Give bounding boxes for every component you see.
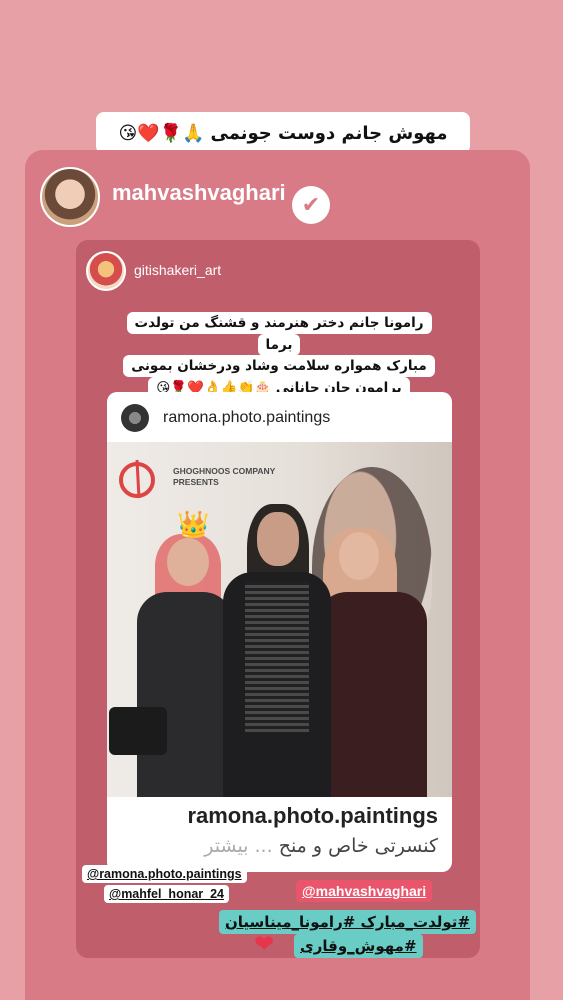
shared-post-username[interactable]: gitishakeri_art	[134, 262, 221, 278]
post-description-text: کنسرتی خاص و منح	[278, 835, 438, 857]
post-description: کنسرتی خاص و منح ... بیشتر	[204, 835, 438, 857]
mention-mahvash[interactable]: @mahvashvaghari	[296, 880, 433, 902]
story-caption-text: مهوش جانم دوست جونمی	[210, 122, 448, 144]
person-center-jacket	[245, 582, 309, 732]
handbag	[109, 707, 167, 755]
caption-emojis: 🙏🌹❤️😘	[118, 122, 205, 144]
person-left-head	[167, 538, 209, 586]
company-logo-icon	[119, 459, 155, 499]
avatar[interactable]	[40, 167, 100, 227]
post-footer-username[interactable]: ramona.photo.paintings	[187, 803, 438, 829]
shared-post-avatar[interactable]	[86, 251, 126, 291]
verified-badge-icon: ✔	[292, 186, 330, 224]
hashtag-line-2-text: #مهوش_وقاری	[300, 937, 417, 955]
caption-line-2: مبارک همواره سلامت وشاد ودرخشان بمونی	[123, 355, 435, 377]
person-right	[317, 592, 427, 797]
mention-ramona[interactable]: @ramona.photo.paintings	[82, 865, 247, 883]
company-name: GHOGHNOOS COMPANY	[173, 466, 276, 476]
mention-ramona-text: @ramona.photo.paintings	[87, 867, 242, 881]
mention-mahvash-text: @mahvashvaghari	[302, 883, 427, 899]
caption-line-1: رامونا جانم دختر هنرمند و قشنگ من تولدت …	[126, 312, 432, 356]
story-caption: مهوش جانم دوست جونمی 🙏🌹❤️😘	[96, 112, 470, 154]
person-center-head	[257, 512, 299, 566]
mention-mahfel-text: @mahfel_honar_24	[109, 887, 225, 901]
post-avatar[interactable]	[121, 404, 149, 432]
more-link[interactable]: ... بیشتر	[204, 835, 272, 857]
mention-mahfel[interactable]: @mahfel_honar_24	[104, 885, 230, 903]
post-header: ramona.photo.paintings	[107, 392, 452, 442]
person-right-head	[339, 532, 379, 580]
hashtag-line-1-text: #تولدت_مبارک #رامونا_میناسیان	[225, 913, 471, 931]
company-presents: PRESENTS	[173, 477, 219, 487]
crown-sticker-icon: 👑	[177, 510, 210, 540]
embedded-post[interactable]: ramona.photo.paintings GHOGHNOOS COMPANY…	[107, 392, 452, 872]
main-username[interactable]: mahvashvaghari	[112, 180, 286, 206]
shared-post-caption: رامونا جانم دختر هنرمند و قشنگ من تولدت …	[118, 312, 440, 399]
post-footer: ramona.photo.paintings کنسرتی خاص و منح …	[107, 797, 452, 872]
post-username[interactable]: ramona.photo.paintings	[163, 409, 330, 427]
hashtag-line-2[interactable]: #مهوش_وقاری	[294, 934, 423, 958]
post-photo[interactable]: GHOGHNOOS COMPANY PRESENTS 👑	[107, 442, 452, 797]
heart-icon: ❤	[254, 930, 275, 958]
company-text: GHOGHNOOS COMPANY PRESENTS	[173, 466, 275, 488]
person-left	[137, 592, 233, 797]
